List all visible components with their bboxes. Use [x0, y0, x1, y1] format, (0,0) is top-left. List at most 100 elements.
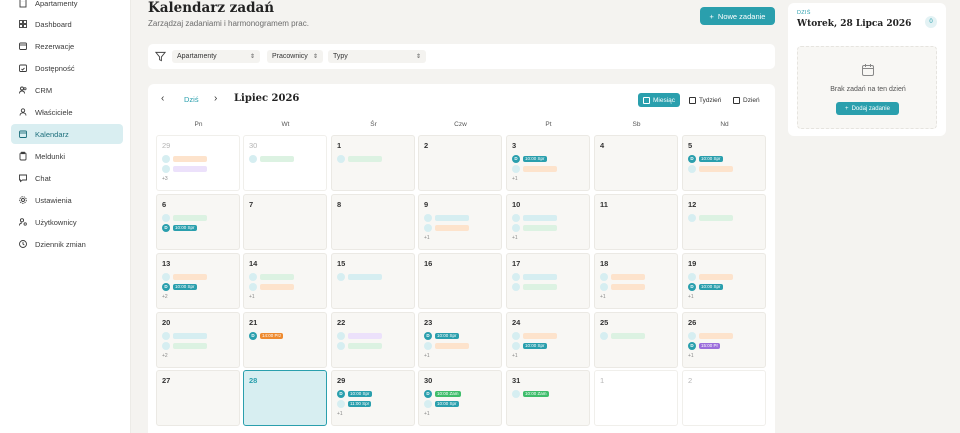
calendar-event[interactable]: 10:00 Spr	[512, 341, 547, 350]
day-cell[interactable]: 8	[331, 194, 415, 250]
calendar-event[interactable]	[337, 331, 382, 340]
day-cell[interactable]: 14 +1	[243, 253, 327, 309]
calendar-event[interactable]	[337, 154, 382, 163]
more-events-count[interactable]: +1	[512, 176, 518, 182]
calendar-event[interactable]	[424, 213, 469, 222]
workers-filter[interactable]: Pracownicy ⇕	[267, 50, 323, 63]
day-cell[interactable]: 2	[682, 370, 766, 426]
calendar-event[interactable]	[249, 154, 294, 163]
calendar-event[interactable]: 11:00 Spr	[337, 399, 372, 408]
day-cell[interactable]: 9 +1	[418, 194, 502, 250]
sidebar-item-dashboard[interactable]: Dashboard	[11, 14, 123, 34]
sidebar-item-użytkownicy[interactable]: Użytkownicy	[11, 212, 123, 232]
day-cell[interactable]: 29 +3	[156, 135, 240, 191]
calendar-event[interactable]: D 10:00 Spr	[512, 154, 547, 163]
calendar-event[interactable]	[424, 341, 469, 350]
view-week-button[interactable]: Tydzień	[684, 93, 726, 107]
day-cell[interactable]: 12	[682, 194, 766, 250]
calendar-event[interactable]	[512, 223, 557, 232]
more-events-count[interactable]: +1	[424, 235, 430, 241]
new-task-button[interactable]: + Nowe zadanie	[700, 7, 775, 25]
calendar-event[interactable]	[512, 164, 557, 173]
day-cell[interactable]: 5 D 10:00 Spr	[682, 135, 766, 191]
calendar-event[interactable]	[337, 272, 382, 281]
next-month-icon[interactable]: ›	[214, 93, 217, 104]
day-cell[interactable]: 7	[243, 194, 327, 250]
calendar-event[interactable]: D 14:00 Prz	[249, 331, 284, 340]
calendar-event[interactable]	[688, 272, 733, 281]
calendar-event[interactable]	[600, 272, 645, 281]
calendar-event[interactable]: D 10:00 Spr	[162, 223, 197, 232]
more-events-count[interactable]: +1	[688, 353, 694, 359]
calendar-event[interactable]: D 10:00 Spr	[688, 282, 723, 291]
sidebar-item-crm[interactable]: CRM	[11, 80, 123, 100]
calendar-event[interactable]: D 10:00 Spr	[337, 389, 372, 398]
prev-month-icon[interactable]: ‹	[161, 93, 164, 104]
calendar-event[interactable]: 10:00 Zam	[512, 389, 549, 398]
day-cell[interactable]: 1	[594, 370, 678, 426]
calendar-event[interactable]	[600, 282, 645, 291]
apartments-filter[interactable]: Apartamenty ⇕	[172, 50, 260, 63]
calendar-event[interactable]	[512, 272, 557, 281]
day-cell[interactable]: 3 D 10:00 Spr +1	[506, 135, 590, 191]
sidebar-item-chat[interactable]: Chat	[11, 168, 123, 188]
calendar-event[interactable]	[512, 331, 557, 340]
sidebar-item-dostępność[interactable]: Dostępność	[11, 58, 123, 78]
more-events-count[interactable]: +1	[600, 294, 606, 300]
day-cell[interactable]: 29 D 10:00 Spr 11:00 Spr +1	[331, 370, 415, 426]
calendar-event[interactable]	[424, 223, 469, 232]
calendar-event[interactable]	[688, 331, 733, 340]
calendar-event[interactable]	[162, 164, 207, 173]
more-events-count[interactable]: +3	[162, 176, 168, 182]
more-events-count[interactable]: +1	[424, 353, 430, 359]
calendar-event[interactable]	[512, 282, 557, 291]
sidebar-item-rezerwacje[interactable]: Rezerwacje	[11, 36, 123, 56]
calendar-event[interactable]	[688, 213, 733, 222]
day-cell[interactable]: 4	[594, 135, 678, 191]
day-cell[interactable]: 10 +1	[506, 194, 590, 250]
sidebar-item-ustawienia[interactable]: Ustawienia	[11, 190, 123, 210]
day-cell[interactable]: 21 D 14:00 Prz	[243, 312, 327, 368]
day-cell[interactable]: 27	[156, 370, 240, 426]
types-filter[interactable]: Typy ⇕	[328, 50, 426, 63]
day-cell[interactable]: 22	[331, 312, 415, 368]
more-events-count[interactable]: +1	[337, 411, 343, 417]
more-events-count[interactable]: +2	[162, 353, 168, 359]
calendar-event[interactable]	[512, 213, 557, 222]
day-cell[interactable]: 26 D 15:00 Pr +1	[682, 312, 766, 368]
day-cell[interactable]: 19 D 10:00 Spr +1	[682, 253, 766, 309]
sidebar-item-apartamenty[interactable]: Apartamenty	[11, 0, 123, 13]
day-cell[interactable]: 18 +1	[594, 253, 678, 309]
day-cell-today[interactable]: 28	[243, 370, 327, 426]
sidebar-item-właściciele[interactable]: Właściciele	[11, 102, 123, 122]
day-cell[interactable]: 11	[594, 194, 678, 250]
day-cell[interactable]: 13 D 10:00 Spr +2	[156, 253, 240, 309]
add-task-button[interactable]: + Dodaj zadanie	[836, 102, 899, 115]
calendar-event[interactable]	[600, 331, 645, 340]
day-cell[interactable]: 2	[418, 135, 502, 191]
calendar-event[interactable]: 10:00 Spr	[424, 399, 459, 408]
view-day-button[interactable]: Dzień	[728, 93, 765, 107]
day-cell[interactable]: 20 +2	[156, 312, 240, 368]
calendar-event[interactable]	[162, 341, 207, 350]
calendar-event[interactable]	[249, 272, 294, 281]
calendar-event[interactable]: D 15:00 Pr	[688, 341, 721, 350]
more-events-count[interactable]: +1	[512, 235, 518, 241]
day-cell[interactable]: 15	[331, 253, 415, 309]
day-cell[interactable]: 1	[331, 135, 415, 191]
day-cell[interactable]: 31 10:00 Zam	[506, 370, 590, 426]
calendar-event[interactable]	[162, 272, 207, 281]
calendar-event[interactable]: D 10:00 Spr	[162, 282, 197, 291]
more-events-count[interactable]: +1	[688, 294, 694, 300]
calendar-event[interactable]	[162, 154, 207, 163]
more-events-count[interactable]: +1	[512, 353, 518, 359]
day-cell[interactable]: 17	[506, 253, 590, 309]
day-cell[interactable]: 30	[243, 135, 327, 191]
more-events-count[interactable]: +1	[249, 294, 255, 300]
today-button[interactable]: Dziś	[184, 95, 199, 104]
day-cell[interactable]: 24 10:00 Spr +1	[506, 312, 590, 368]
day-cell[interactable]: 25	[594, 312, 678, 368]
day-cell[interactable]: 30 D 10:00 Zam 10:00 Spr +1	[418, 370, 502, 426]
sidebar-item-dziennik-zmian[interactable]: Dziennik zmian	[11, 234, 123, 254]
calendar-event[interactable]	[249, 282, 294, 291]
